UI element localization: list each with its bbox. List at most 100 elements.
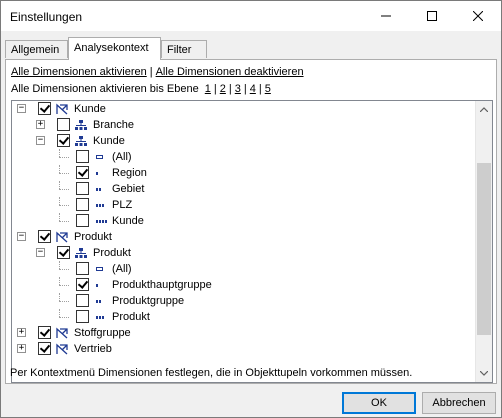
tree-checkbox[interactable]	[57, 246, 70, 259]
tree-row[interactable]: + Stoffgruppe	[12, 325, 476, 341]
level-link-3[interactable]: 3	[235, 83, 241, 95]
chevron-up-icon	[480, 107, 488, 112]
minimize-button[interactable]	[363, 1, 409, 31]
tree-row[interactable]: (All)	[12, 149, 476, 165]
tree-checkbox[interactable]	[38, 102, 51, 115]
expand-icon[interactable]: +	[17, 328, 26, 337]
tab-analysekontext[interactable]: Analysekontext	[68, 37, 161, 60]
ok-button[interactable]: OK	[342, 392, 416, 414]
tree-connector	[59, 261, 60, 269]
level-all-icon	[93, 262, 107, 276]
level-separator: |	[213, 83, 217, 95]
close-button[interactable]	[455, 1, 501, 31]
tree-item-label: Produkthauptgruppe	[112, 279, 212, 291]
tree-row[interactable]: − Kunde	[12, 133, 476, 149]
tree-checkbox[interactable]	[57, 118, 70, 131]
tree-checkbox[interactable]	[38, 342, 51, 355]
tree-row[interactable]: PLZ	[12, 197, 476, 213]
level-all-icon	[93, 150, 107, 164]
tree-connector	[59, 189, 69, 190]
tree-item-label: Branche	[93, 119, 134, 131]
tree-checkbox[interactable]	[76, 166, 89, 179]
tree-row[interactable]: Produktgruppe	[12, 293, 476, 309]
level-link-4[interactable]: 4	[250, 83, 256, 95]
tree-row[interactable]: Region	[12, 165, 476, 181]
tree-connector	[59, 197, 60, 205]
tab-allgemein[interactable]: Allgemein	[5, 40, 68, 58]
maximize-icon	[427, 11, 437, 21]
settings-dialog: Einstellungen Allgemein Analysekontext F…	[0, 0, 502, 418]
level-link-1[interactable]: 1	[205, 83, 211, 95]
tree-checkbox[interactable]	[57, 134, 70, 147]
tree-rows: − Kunde + Branche − Kunde (All) Region Gebiet PLZ…	[12, 101, 476, 357]
tree-row[interactable]: Produkt	[12, 309, 476, 325]
tree-item-label: (All)	[112, 151, 132, 163]
tree-checkbox[interactable]	[38, 230, 51, 243]
tree-row[interactable]: Gebiet	[12, 181, 476, 197]
tree-item-label: Kunde	[93, 135, 125, 147]
tree-row[interactable]: + Vertrieb	[12, 341, 476, 357]
tree-checkbox[interactable]	[76, 294, 89, 307]
level-1-icon	[93, 166, 107, 180]
scroll-down-button[interactable]	[476, 365, 492, 382]
tree-checkbox[interactable]	[38, 326, 51, 339]
tree-row[interactable]: (All)	[12, 261, 476, 277]
tree-row[interactable]: Kunde	[12, 213, 476, 229]
level-separator: |	[258, 83, 262, 95]
tab-filter[interactable]: Filter	[161, 40, 207, 58]
tree-connector	[59, 285, 69, 286]
tree-item-label: Vertrieb	[74, 343, 112, 355]
tree-checkbox[interactable]	[76, 310, 89, 323]
level-separator: |	[243, 83, 247, 95]
expand-icon[interactable]: +	[36, 120, 45, 129]
collapse-icon[interactable]: −	[36, 136, 45, 145]
dimension-icon	[55, 326, 69, 340]
scroll-thumb[interactable]	[477, 163, 491, 335]
tree-item-label: Kunde	[112, 215, 144, 227]
dimension-icon	[55, 342, 69, 356]
vertical-scrollbar[interactable]	[475, 101, 492, 382]
tree-connector	[59, 301, 69, 302]
hierarchy-icon	[74, 246, 88, 260]
collapse-icon[interactable]: −	[17, 104, 26, 113]
level-2-icon	[93, 182, 107, 196]
scroll-up-button[interactable]	[476, 101, 492, 118]
tree-item-label: Produkt	[74, 231, 112, 243]
expand-icon[interactable]: +	[17, 344, 26, 353]
hierarchy-icon	[74, 118, 88, 132]
tree-checkbox[interactable]	[76, 150, 89, 163]
tree-row[interactable]: Produkthauptgruppe	[12, 277, 476, 293]
tree-item-label: Produkt	[112, 311, 150, 323]
activation-links: Alle Dimensionen aktivieren | Alle Dimensi…	[11, 65, 304, 79]
title-bar: Einstellungen	[1, 1, 501, 31]
activate-all-link[interactable]: Alle Dimensionen aktivieren	[11, 66, 147, 78]
tree-checkbox[interactable]	[76, 214, 89, 227]
level-1-icon	[93, 278, 107, 292]
level-link-5[interactable]: 5	[265, 83, 271, 95]
tree-row[interactable]: − Produkt	[12, 229, 476, 245]
level-link-2[interactable]: 2	[220, 83, 226, 95]
tree-item-label: Produktgruppe	[112, 295, 185, 307]
tree-checkbox[interactable]	[76, 278, 89, 291]
dialog-body: Allgemein Analysekontext Filter Alle Dim…	[1, 31, 501, 417]
deactivate-all-link[interactable]: Alle Dimensionen deaktivieren	[156, 66, 304, 78]
tree-row[interactable]: − Kunde	[12, 101, 476, 117]
tree-row[interactable]: − Produkt	[12, 245, 476, 261]
level-3-icon	[93, 310, 107, 324]
cancel-button[interactable]: Abbrechen	[422, 392, 496, 414]
level-separator: |	[228, 83, 232, 95]
collapse-icon[interactable]: −	[17, 232, 26, 241]
maximize-button[interactable]	[409, 1, 455, 31]
level-3-icon	[93, 198, 107, 212]
tree-connector	[59, 181, 60, 189]
tree-checkbox[interactable]	[76, 182, 89, 195]
collapse-icon[interactable]: −	[36, 248, 45, 257]
tree-connector	[59, 205, 69, 206]
dimension-tree[interactable]: − Kunde + Branche − Kunde (All) Region Gebiet PLZ…	[11, 100, 493, 383]
tree-checkbox[interactable]	[76, 262, 89, 275]
tree-connector	[59, 221, 69, 222]
tree-row[interactable]: + Branche	[12, 117, 476, 133]
tree-item-label: Kunde	[74, 103, 106, 115]
tree-item-label: Gebiet	[112, 183, 145, 195]
tree-checkbox[interactable]	[76, 198, 89, 211]
